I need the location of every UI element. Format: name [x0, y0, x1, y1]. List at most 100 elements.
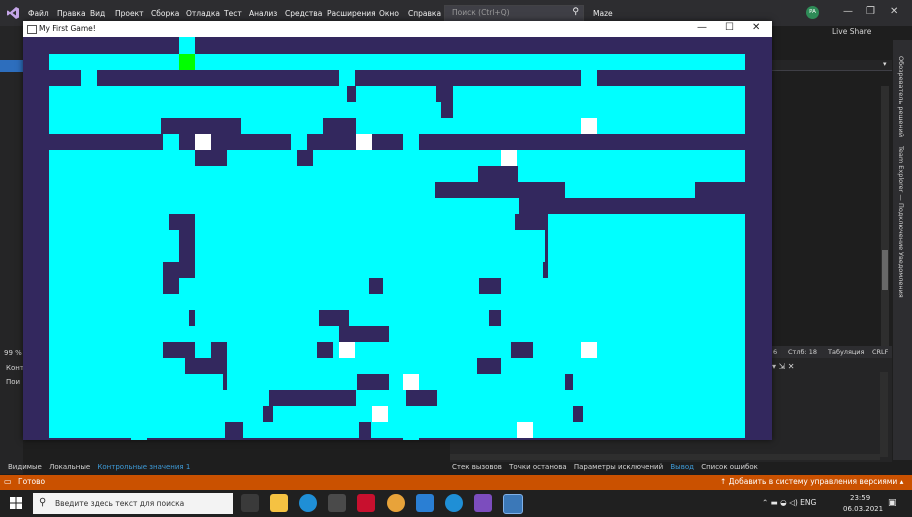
tab-exception-settings[interactable]: Параметры исключений — [574, 463, 663, 471]
taskbar-search-box[interactable]: ⚲ Введите здесь текст для поиска — [33, 493, 233, 514]
live-share-button[interactable]: Live Share — [832, 27, 871, 36]
menu-view[interactable]: Вид — [90, 8, 105, 20]
maze-corridor — [195, 246, 545, 262]
close-icon[interactable]: ✕ — [752, 22, 760, 33]
maze-corridor — [356, 390, 406, 406]
tab-output[interactable]: Вывод — [670, 463, 694, 471]
maze-connector — [613, 166, 629, 182]
maze-corridor — [49, 102, 243, 118]
ready-icon: ▭ — [4, 477, 12, 486]
maze-connector — [403, 422, 419, 440]
clock-date[interactable]: 06.03.2021 — [843, 505, 883, 513]
user-avatar[interactable]: PA — [806, 6, 819, 19]
panel-label: Пои — [6, 378, 21, 386]
maze-corridor — [49, 86, 347, 102]
maze-corridor — [49, 342, 163, 358]
task-view-icon[interactable] — [241, 494, 259, 512]
game-window[interactable]: My First Game! — ☐ ✕ — [23, 21, 772, 440]
windows-start-icon[interactable] — [10, 497, 22, 509]
tab-notifications[interactable]: Уведомления — [897, 252, 905, 298]
tab-autos[interactable]: Видимые — [8, 463, 42, 471]
editor-scrollbar[interactable] — [881, 86, 889, 346]
maze-connector — [163, 134, 179, 150]
editor-navigation-bar[interactable] — [772, 60, 892, 71]
maze-connector — [339, 70, 355, 86]
editor-tab-fragment[interactable] — [0, 60, 23, 72]
maze-connector — [631, 246, 647, 262]
maze-corridor — [501, 310, 745, 326]
editor-status-line: 6 Стлб: 18 Табуляция CRLF — [772, 346, 892, 358]
menu-tools[interactable]: Средства — [285, 8, 322, 20]
menu-help[interactable]: Справка — [408, 8, 441, 20]
restore-icon[interactable]: ❐ — [866, 6, 875, 17]
code-editor-area[interactable] — [772, 40, 892, 346]
minimize-icon[interactable]: — — [843, 6, 853, 17]
minimize-icon[interactable]: — — [697, 22, 707, 33]
notification-icon[interactable]: ▣ — [888, 498, 897, 508]
close-icon[interactable]: ✕ — [890, 6, 898, 17]
maze-connector — [163, 246, 179, 262]
tab-locals[interactable]: Локальные — [49, 463, 90, 471]
editor-scroll-thumb[interactable] — [882, 250, 888, 290]
menu-project[interactable]: Проект — [115, 8, 144, 20]
maze-corridor — [573, 374, 745, 390]
clock-time[interactable]: 23:59 — [850, 494, 870, 502]
maze-corridor — [389, 326, 745, 342]
tray-language[interactable]: ENG — [800, 498, 816, 507]
maze-corridor — [49, 358, 185, 374]
maze-corridor — [437, 390, 663, 406]
output-hscrollbar[interactable] — [450, 454, 880, 460]
tab-team-explorer[interactable]: Team Explorer — Подключение — [897, 146, 905, 250]
maze-corridor — [533, 342, 745, 358]
visual-studio-logo-icon — [7, 7, 19, 19]
menu-file[interactable]: Файл — [28, 8, 49, 20]
tab-breakpoints[interactable]: Точки останова — [509, 463, 566, 471]
tab-error-list[interactable]: Список ошибок — [701, 463, 758, 471]
maze-corridor — [49, 182, 435, 198]
game-titlebar[interactable]: My First Game! — ☐ ✕ — [23, 21, 772, 37]
maze-player — [179, 54, 195, 70]
file-explorer-icon[interactable] — [270, 494, 288, 512]
zoom-level[interactable]: 99 % — [4, 349, 22, 357]
chrome-icon[interactable] — [387, 494, 405, 512]
maximize-icon[interactable]: ☐ — [725, 22, 734, 33]
mail-icon[interactable] — [416, 494, 434, 512]
menu-debug[interactable]: Отладка — [186, 8, 220, 20]
maze-connector — [661, 326, 677, 342]
edge-icon[interactable] — [299, 494, 317, 512]
output-scrollbar[interactable] — [880, 372, 888, 457]
menu-edit[interactable]: Правка — [57, 8, 86, 20]
menu-extensions[interactable]: Расширения — [327, 8, 376, 20]
maze-connector — [581, 70, 597, 86]
system-tray[interactable]: ⌃ ▬ ◒ ◁) ENG — [762, 498, 816, 507]
output-panel-controls[interactable]: ▾ ⇲ ✕ — [772, 362, 795, 371]
maze-corridor — [518, 150, 745, 166]
maze-connector — [131, 198, 147, 214]
maze-corridor — [227, 358, 477, 374]
tab-solution-explorer[interactable]: Обозреватель решений — [897, 56, 905, 137]
menu-window[interactable]: Окно — [379, 8, 399, 20]
menu-analyze[interactable]: Анализ — [249, 8, 277, 20]
maze-corridor — [663, 390, 745, 406]
status-ready: Готово — [18, 477, 46, 486]
search-icon[interactable]: ⚲ — [572, 7, 579, 17]
menu-test[interactable]: Тест — [224, 8, 242, 20]
visual-studio-icon[interactable] — [474, 494, 492, 512]
menu-build[interactable]: Сборка — [151, 8, 179, 20]
maze-connector — [195, 246, 211, 262]
chevron-down-icon[interactable]: ▾ — [883, 60, 887, 68]
maze-corridor — [349, 310, 489, 326]
maze-connector — [403, 134, 419, 150]
maze-canvas[interactable] — [23, 37, 772, 440]
maze-connector — [258, 118, 274, 134]
game-app-taskbar-icon[interactable] — [503, 494, 523, 514]
tab-call-stack[interactable]: Стек вызовов — [452, 463, 502, 471]
maze-corridor — [453, 86, 745, 102]
store-icon[interactable] — [328, 494, 346, 512]
skype-icon[interactable] — [445, 494, 463, 512]
maze-corridor — [49, 150, 195, 166]
maze-corridor — [49, 54, 745, 70]
add-to-source-control-button[interactable]: ↑ Добавить в систему управления версиями… — [720, 477, 903, 486]
tab-watch[interactable]: Контрольные значения 1 — [97, 463, 190, 471]
mcafee-icon[interactable] — [357, 494, 375, 512]
